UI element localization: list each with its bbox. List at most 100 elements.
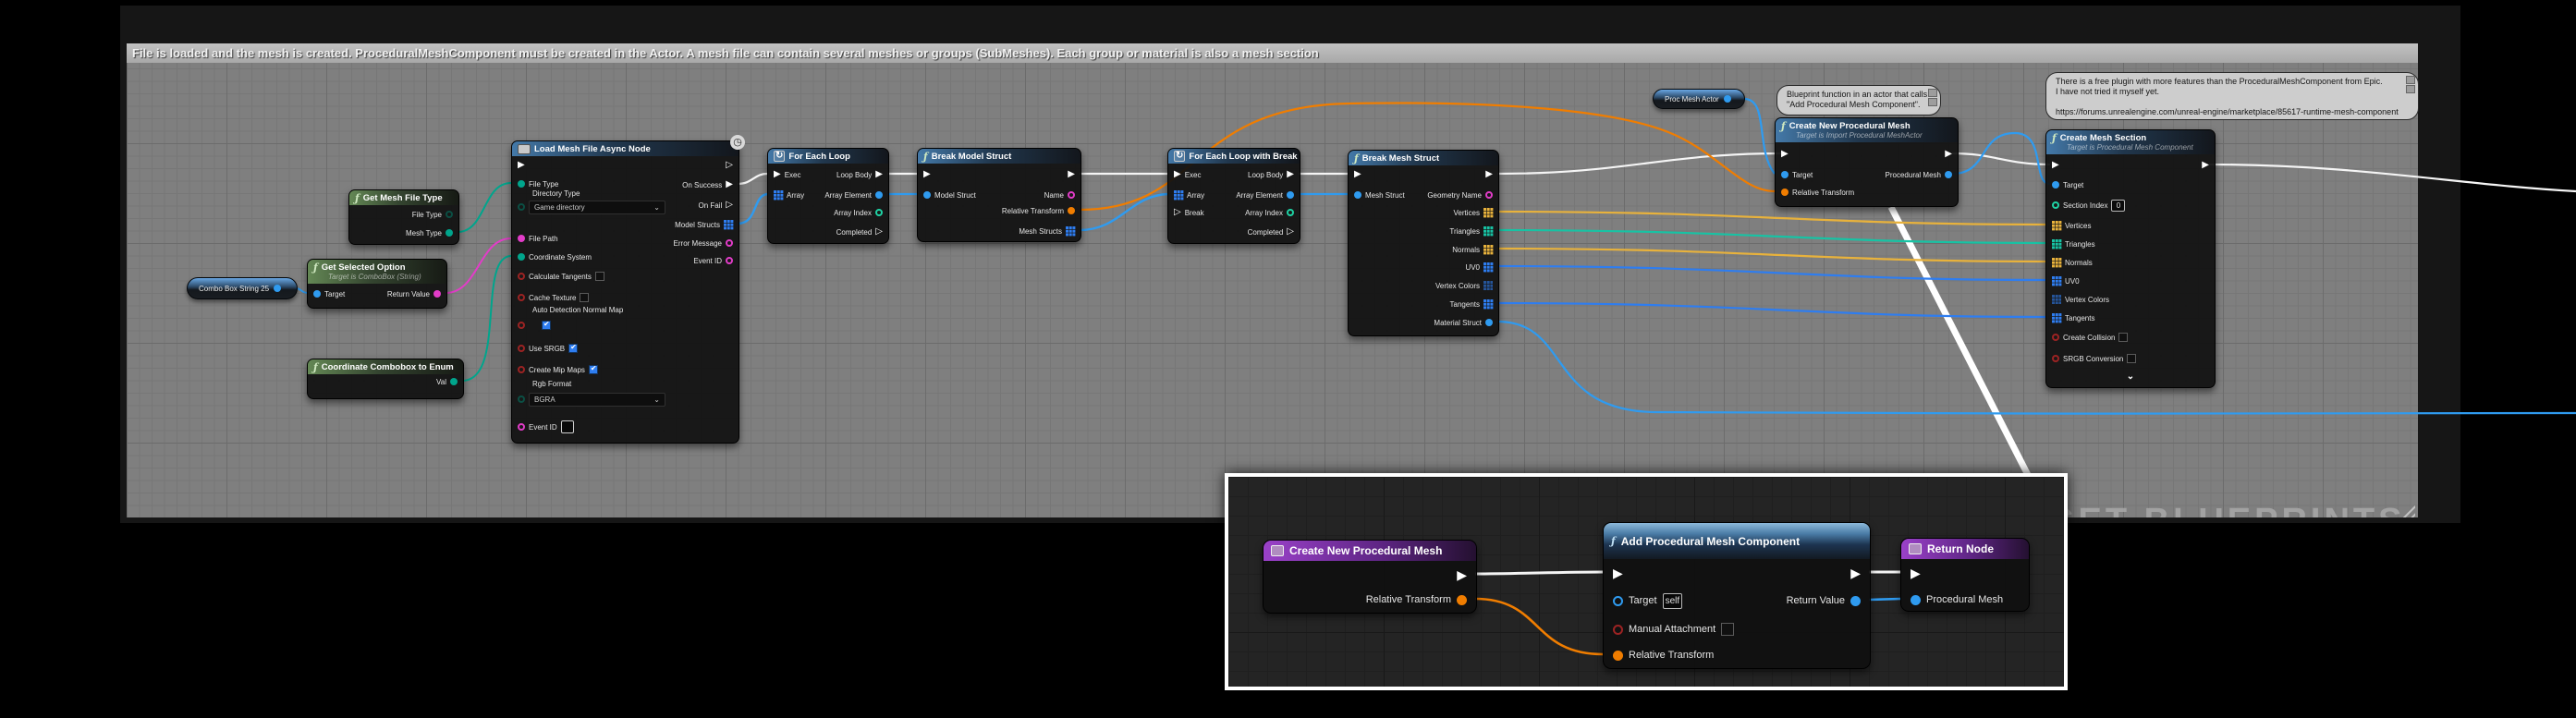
object-pin-icon[interactable] [1287, 191, 1294, 199]
node-create-mesh-section[interactable]: ƒCreate Mesh Section Target is Procedura… [2045, 129, 2216, 388]
bool-pin-icon[interactable] [2052, 334, 2059, 341]
object-pin-icon[interactable] [1724, 95, 1731, 103]
transform-pin-icon[interactable] [1457, 595, 1467, 605]
struct-array-pin-icon[interactable] [1066, 226, 1075, 236]
exec-pin-icon[interactable]: ▶ [923, 170, 931, 179]
bubble-pin-icon[interactable] [2406, 76, 2415, 84]
struct-array-pin-icon[interactable] [774, 190, 783, 200]
object-pin-icon[interactable] [274, 285, 281, 292]
struct-pin-icon[interactable] [923, 191, 931, 199]
exec-pin-icon[interactable]: ▷ [726, 161, 733, 170]
object-pin-icon[interactable] [1911, 595, 1921, 605]
vector-array-pin-icon[interactable] [2052, 258, 2061, 267]
event-id-input[interactable] [561, 420, 574, 433]
exec-pin-icon[interactable]: ▶ [1781, 150, 1789, 159]
string-pin-icon[interactable] [518, 423, 525, 431]
object-pin-icon[interactable] [1781, 171, 1789, 178]
srgb-conversion-checkbox[interactable] [2127, 354, 2136, 363]
node-get-mesh-file-type[interactable]: ƒGet Mesh File Type File Type Mesh Type [348, 189, 459, 245]
bool-pin-icon[interactable] [1613, 625, 1623, 635]
string-pin-icon[interactable] [433, 290, 441, 298]
calculate-tangents-checkbox[interactable] [595, 272, 604, 281]
use-srgb-checkbox[interactable] [568, 344, 578, 353]
variable-combo-box-string[interactable]: Combo Box String 25 [187, 277, 298, 299]
struct-pin-icon[interactable] [1485, 319, 1493, 326]
exec-pin-icon[interactable]: ▶ [1174, 170, 1181, 179]
enum-pin-icon[interactable] [518, 203, 525, 211]
rgb-format-dropdown[interactable]: BGRA⌄ [529, 393, 665, 407]
bubble-text-url[interactable]: https://forums.unrealengine.com/unreal-e… [2056, 107, 2409, 117]
bool-pin-icon[interactable] [518, 366, 525, 373]
exec-pin-icon[interactable]: ▶ [1850, 566, 1861, 579]
int-array-pin-icon[interactable] [1483, 226, 1493, 236]
exec-pin-icon[interactable]: ▷ [875, 227, 883, 237]
vector2d-array-pin-icon[interactable] [2052, 276, 2061, 286]
exec-pin-icon[interactable]: ▶ [1068, 170, 1075, 179]
transform-pin-icon[interactable] [1781, 189, 1789, 196]
struct-array-pin-icon[interactable] [724, 220, 733, 229]
tangent-array-pin-icon[interactable] [1483, 299, 1493, 309]
exec-pin-icon[interactable]: ▷ [726, 201, 733, 210]
bool-pin-icon[interactable] [518, 345, 525, 352]
bool-pin-icon[interactable] [518, 322, 525, 329]
exec-pin-icon[interactable]: ▶ [1287, 170, 1294, 179]
comment-bubble-actor[interactable]: Blueprint function in an actor that call… [1776, 85, 1941, 116]
node-coordinate-combobox-to-enum[interactable]: ƒCoordinate Combobox to Enum Val [307, 359, 464, 399]
string-pin-icon[interactable] [518, 235, 525, 242]
directory-type-dropdown[interactable]: Game directory⌄ [529, 201, 665, 214]
node-inset-add-procedural-mesh-component[interactable]: ƒAdd Procedural Mesh Component ▶ ▶ Targe… [1603, 522, 1871, 669]
exec-pin-icon[interactable]: ▶ [518, 161, 525, 170]
bool-pin-icon[interactable] [518, 294, 525, 301]
enum-pin-icon[interactable] [518, 396, 525, 403]
bubble-pin-icon[interactable] [1928, 89, 1937, 97]
transform-pin-icon[interactable] [1068, 207, 1075, 214]
create-mip-maps-checkbox[interactable] [589, 365, 598, 374]
exec-pin-icon[interactable]: ▶ [1911, 566, 1921, 579]
enum-pin-icon[interactable] [450, 378, 458, 385]
node-get-selected-option[interactable]: ƒGet Selected Option Target is ComboBox … [307, 259, 447, 309]
section-index-input[interactable]: 0 [2111, 200, 2125, 212]
enum-pin-icon[interactable] [446, 229, 453, 237]
exec-pin-icon[interactable]: ▶ [1354, 170, 1361, 179]
exec-pin-icon[interactable]: ▶ [1485, 170, 1493, 179]
node-create-new-procedural-mesh[interactable]: ƒCreate New Procedural Mesh Target is Im… [1775, 117, 1959, 207]
manual-attachment-checkbox[interactable] [1721, 623, 1734, 636]
bubble-scale-icon[interactable] [1928, 98, 1937, 106]
exec-pin-icon[interactable]: ▶ [726, 180, 733, 189]
color-array-pin-icon[interactable] [2052, 295, 2061, 304]
struct-pin-icon[interactable] [1354, 191, 1361, 199]
enum-pin-icon[interactable] [518, 253, 525, 261]
transform-pin-icon[interactable] [1613, 651, 1623, 661]
bool-pin-icon[interactable] [2052, 355, 2059, 362]
object-pin-icon[interactable] [1945, 171, 1952, 178]
enum-pin-icon[interactable] [518, 180, 525, 188]
target-self-box[interactable]: self [1663, 593, 1683, 609]
int-pin-icon[interactable] [2052, 201, 2059, 209]
blueprint-canvas[interactable]: File is loaded and the mesh is created. … [0, 0, 2576, 718]
vector-array-pin-icon[interactable] [1483, 245, 1493, 254]
object-pin-icon[interactable] [2052, 181, 2059, 189]
exec-pin-icon[interactable]: ▷ [1287, 227, 1294, 237]
object-pin-icon[interactable] [875, 191, 883, 199]
exec-pin-icon[interactable]: ▶ [1945, 150, 1952, 159]
object-pin-icon[interactable] [1613, 596, 1623, 606]
node-break-model-struct[interactable]: ƒBreak Model Struct ▶ Model Struct ▶ Nam… [917, 148, 1081, 242]
exec-pin-icon[interactable]: ▶ [1613, 566, 1623, 579]
comment-bubble-plugin[interactable]: There is a free plugin with more feature… [2045, 72, 2419, 120]
string-pin-icon[interactable] [726, 257, 733, 264]
exec-pin-icon[interactable]: ▶ [2052, 161, 2059, 170]
create-collision-checkbox[interactable] [2118, 333, 2128, 342]
exec-pin-icon[interactable]: ▶ [875, 170, 883, 179]
vector-array-pin-icon[interactable] [2052, 221, 2061, 230]
object-pin-icon[interactable] [313, 290, 321, 298]
exec-pin-icon[interactable]: ▶ [774, 170, 781, 179]
bool-pin-icon[interactable] [518, 273, 525, 280]
string-pin-icon[interactable] [1485, 191, 1493, 199]
exec-pin-icon[interactable]: ▷ [1174, 208, 1181, 217]
node-inset-create-new-procedural-mesh[interactable]: Create New Procedural Mesh ▶ Relative Tr… [1263, 540, 1477, 614]
color-array-pin-icon[interactable] [1483, 281, 1493, 290]
tangent-array-pin-icon[interactable] [2052, 313, 2061, 322]
node-load-mesh-file-async[interactable]: ◷ Load Mesh File Async Node ▶ File Type … [511, 140, 739, 444]
int-pin-icon[interactable] [875, 209, 883, 216]
auto-detection-checkbox[interactable] [542, 321, 551, 330]
